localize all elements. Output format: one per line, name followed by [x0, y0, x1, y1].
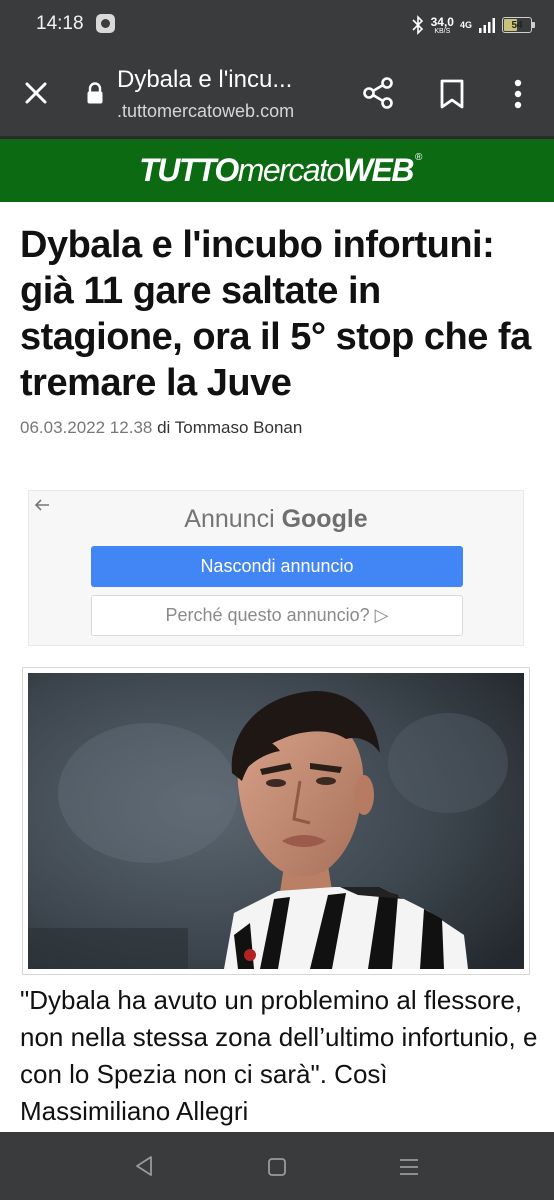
- tab-title: Dybala e l'incu...: [117, 66, 293, 93]
- article-body: "Dybala ha avuto un problemino al flesso…: [20, 985, 538, 1126]
- network-speed-unit: KB/S: [434, 27, 451, 35]
- network-speed: 34,0 KB/S: [431, 16, 454, 35]
- site-logo[interactable]: TUTTOmercatoWEB ®: [139, 152, 422, 189]
- article-author[interactable]: di Tommaso Bonan: [157, 418, 302, 437]
- url-text[interactable]: .tuttomercatoweb.com: [117, 101, 294, 122]
- article-image-frame: [22, 667, 530, 975]
- nav-back-icon[interactable]: [134, 1155, 154, 1177]
- nav-recents-icon[interactable]: [398, 1157, 420, 1177]
- battery-level: 54: [511, 19, 523, 31]
- article-headline: Dybala e l'incubo infortuni: già 11 gare…: [20, 224, 531, 404]
- signal-icon: [479, 18, 495, 33]
- close-icon[interactable]: [20, 77, 52, 109]
- battery-icon: 54: [502, 17, 535, 33]
- bookmark-icon[interactable]: [438, 78, 466, 110]
- browser-toolbar: Dybala e l'incu... .tuttomercatoweb.com: [0, 50, 554, 136]
- settings-icon: [96, 14, 115, 33]
- logo-part-mercato: mercato: [237, 152, 345, 188]
- article-meta: 06.03.2022 12.38 di Tommaso Bonan: [20, 418, 302, 438]
- lock-icon: [87, 82, 103, 104]
- hide-ad-button[interactable]: Nascondi annuncio: [91, 546, 463, 587]
- google-wordmark: Google: [281, 505, 368, 533]
- status-bar: 14:18 34,0 KB/S 4G 54: [0, 0, 554, 50]
- logo-part-web: WEB: [342, 152, 415, 188]
- network-type: 4G: [459, 20, 472, 30]
- system-nav-bar: [0, 1132, 554, 1200]
- network-speed-value: 34,0: [430, 14, 454, 29]
- more-vert-icon[interactable]: [508, 78, 528, 110]
- status-time: 14:18: [36, 13, 84, 34]
- ad-title-prefix: Annunci: [184, 505, 275, 533]
- article-photo[interactable]: [28, 673, 524, 969]
- ad-title: Annunci Google: [29, 505, 523, 534]
- logo-part-tutto: TUTTO: [139, 152, 239, 188]
- nav-home-icon[interactable]: [267, 1157, 287, 1177]
- ad-panel: Annunci Google Nascondi annuncio Perché …: [28, 490, 524, 646]
- status-indicators: 34,0 KB/S 4G 54: [411, 12, 535, 38]
- logo-registered-mark: ®: [414, 152, 422, 163]
- why-this-ad-button[interactable]: Perché questo annuncio? ▷: [91, 595, 463, 636]
- site-header: TUTTOmercatoWEB ®: [0, 136, 554, 202]
- article-date: 06.03.2022 12.38: [20, 418, 153, 437]
- bluetooth-icon: [412, 15, 423, 35]
- share-icon[interactable]: [362, 76, 394, 110]
